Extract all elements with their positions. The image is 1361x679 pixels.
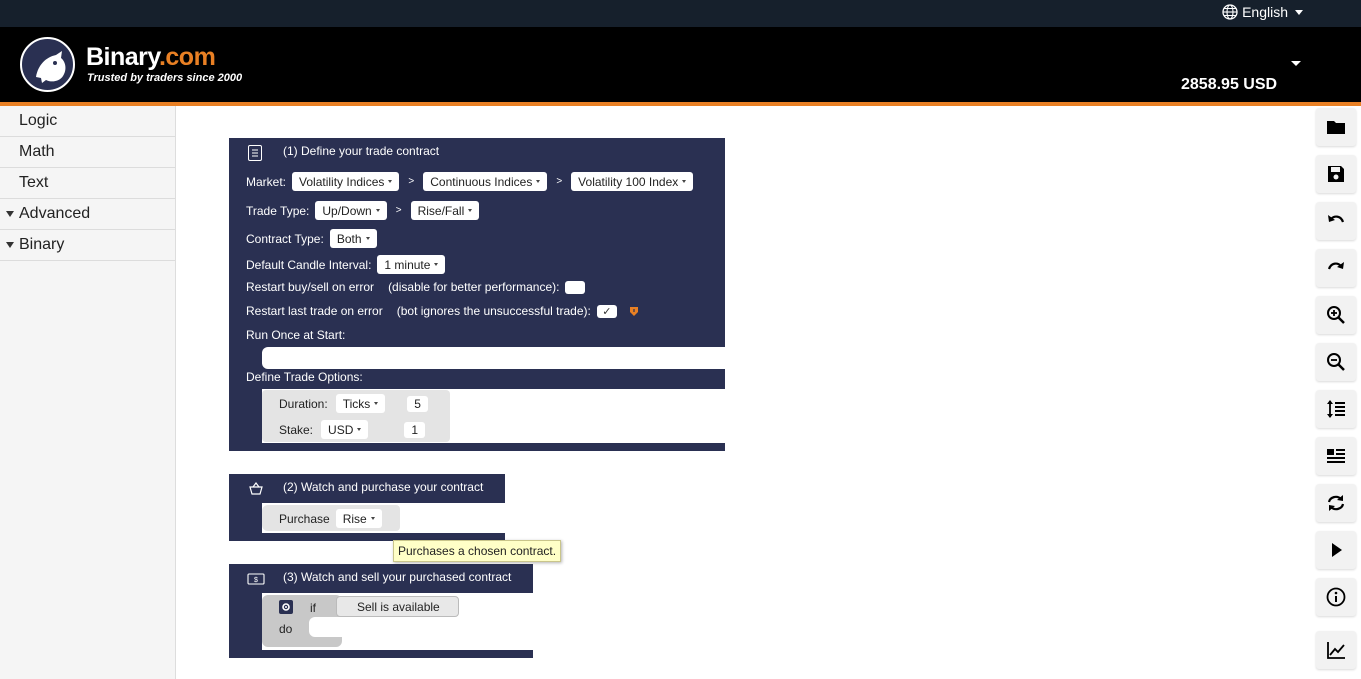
block-title: (1) Define your trade contract bbox=[283, 144, 440, 158]
stake-value-input[interactable]: 1 bbox=[404, 421, 426, 438]
rearrange-icon bbox=[1327, 400, 1345, 418]
trade-options-label: Define Trade Options: bbox=[246, 370, 363, 384]
toolbox-category-text[interactable]: Text bbox=[0, 168, 175, 199]
trade-options-block[interactable]: Duration: Ticks 5 Stake: USD 1 bbox=[262, 390, 450, 442]
chart-icon bbox=[1327, 642, 1345, 659]
reset-button[interactable] bbox=[1316, 484, 1356, 522]
redo-button[interactable] bbox=[1316, 249, 1356, 287]
document-icon bbox=[248, 145, 262, 161]
save-icon bbox=[1328, 166, 1344, 182]
expand-triangle-icon bbox=[6, 211, 14, 217]
zoom-out-button[interactable] bbox=[1316, 343, 1356, 381]
restart-error-label: Restart buy/sell on error bbox=[246, 280, 375, 294]
candle-interval-dropdown[interactable]: 1 minute bbox=[377, 255, 446, 274]
sell-available-condition[interactable]: Sell is available bbox=[336, 596, 459, 617]
run-button[interactable] bbox=[1316, 531, 1356, 569]
if-label: if bbox=[310, 601, 316, 615]
block-title: (3) Watch and sell your purchased contra… bbox=[283, 570, 512, 584]
run-once-slot[interactable] bbox=[262, 347, 725, 369]
trade-type-label: Trade Type: bbox=[246, 203, 310, 218]
run-once-label: Run Once at Start: bbox=[246, 328, 346, 342]
restart-last-note: (bot ignores the unsuccessful trade): bbox=[396, 304, 591, 318]
submarket-dropdown[interactable]: Continuous Indices bbox=[423, 172, 548, 191]
expand-triangle-icon bbox=[6, 242, 14, 248]
summary-button[interactable] bbox=[1316, 437, 1356, 475]
list-icon bbox=[1327, 449, 1345, 463]
symbol-dropdown[interactable]: Volatility 100 Index bbox=[571, 172, 694, 191]
candle-interval-label: Default Candle Interval: bbox=[246, 257, 372, 272]
restart-last-label: Restart last trade on error bbox=[246, 304, 383, 318]
info-button[interactable] bbox=[1316, 578, 1356, 616]
market-dropdown[interactable]: Volatility Indices bbox=[292, 172, 400, 191]
toolbox-category-logic[interactable]: Logic bbox=[0, 106, 175, 137]
folder-icon bbox=[1327, 121, 1345, 134]
chart-button[interactable] bbox=[1316, 631, 1356, 669]
basket-icon bbox=[249, 482, 263, 495]
duration-value-input[interactable]: 5 bbox=[407, 395, 428, 412]
trade-definition-block[interactable]: (1) Define your trade contract Market: V… bbox=[229, 138, 725, 451]
zoom-in-icon bbox=[1327, 306, 1345, 324]
stake-currency-dropdown[interactable]: USD bbox=[321, 420, 369, 439]
redo-icon bbox=[1327, 262, 1344, 270]
restart-last-checkbox[interactable]: ✓ bbox=[596, 304, 617, 318]
account-dropdown-icon[interactable] bbox=[1291, 61, 1301, 66]
warning-shield-icon[interactable] bbox=[629, 306, 639, 317]
duration-label: Duration: bbox=[279, 396, 328, 411]
save-button[interactable] bbox=[1316, 155, 1356, 193]
restart-error-note: (disable for better performance): bbox=[388, 280, 560, 294]
if-block[interactable]: if do bbox=[262, 595, 342, 647]
load-button[interactable] bbox=[1316, 108, 1356, 146]
info-icon bbox=[1326, 587, 1346, 607]
trade-subtype-dropdown[interactable]: Rise/Fall bbox=[410, 201, 480, 220]
stake-label: Stake: bbox=[279, 422, 314, 437]
header: Binary.com Trusted by traders since 2000… bbox=[0, 27, 1361, 102]
workspace[interactable]: (1) Define your trade contract Market: V… bbox=[176, 106, 1314, 679]
brand-tagline: Trusted by traders since 2000 bbox=[87, 72, 243, 84]
toolbox-category-advanced[interactable]: Advanced bbox=[0, 199, 175, 230]
top-bar: English bbox=[0, 0, 1361, 27]
language-selector[interactable]: English bbox=[1222, 4, 1303, 20]
toolbox-category-binary[interactable]: Binary bbox=[0, 230, 175, 261]
brand-logo[interactable]: Binary.com bbox=[86, 43, 216, 72]
undo-button[interactable] bbox=[1316, 202, 1356, 240]
zoom-out-icon bbox=[1327, 353, 1345, 371]
purchase-label: Purchase bbox=[279, 511, 330, 526]
trade-type-dropdown[interactable]: Up/Down bbox=[315, 201, 387, 220]
undo-icon bbox=[1328, 215, 1345, 223]
zoom-in-button[interactable] bbox=[1316, 296, 1356, 334]
purchase-statement[interactable]: Purchase Rise bbox=[262, 505, 400, 531]
duration-unit-dropdown[interactable]: Ticks bbox=[335, 394, 386, 413]
do-slot[interactable] bbox=[309, 617, 342, 637]
chevron-down-icon bbox=[1295, 9, 1303, 15]
svg-text:$: $ bbox=[254, 577, 258, 584]
market-label: Market: bbox=[246, 174, 287, 189]
money-icon: $ bbox=[247, 573, 265, 585]
restart-error-checkbox[interactable] bbox=[565, 280, 586, 294]
gear-icon[interactable] bbox=[279, 600, 293, 614]
toolbox-category-math[interactable]: Math bbox=[0, 137, 175, 168]
purchase-dropdown[interactable]: Rise bbox=[335, 509, 382, 528]
do-label: do bbox=[279, 622, 293, 636]
toolbox: Logic Math Text Advanced Binary bbox=[0, 106, 176, 679]
reset-icon bbox=[1327, 495, 1345, 511]
run-icon bbox=[1332, 543, 1342, 557]
purchase-block[interactable]: (2) Watch and purchase your contract Pur… bbox=[229, 474, 505, 541]
rearrange-button[interactable] bbox=[1316, 390, 1356, 428]
bull-logo-icon[interactable] bbox=[20, 37, 75, 92]
tooltip: Purchases a chosen contract. bbox=[393, 540, 562, 562]
globe-icon bbox=[1222, 4, 1238, 20]
account-balance: 2858.95 USD bbox=[1181, 76, 1278, 93]
contract-type-dropdown[interactable]: Both bbox=[329, 229, 377, 248]
workspace-toolbar bbox=[1314, 106, 1361, 679]
language-label: English bbox=[1242, 4, 1288, 20]
sell-block[interactable]: $ (3) Watch and sell your purchased cont… bbox=[229, 564, 533, 658]
contract-type-label: Contract Type: bbox=[246, 231, 324, 246]
block-title: (2) Watch and purchase your contract bbox=[283, 480, 484, 494]
